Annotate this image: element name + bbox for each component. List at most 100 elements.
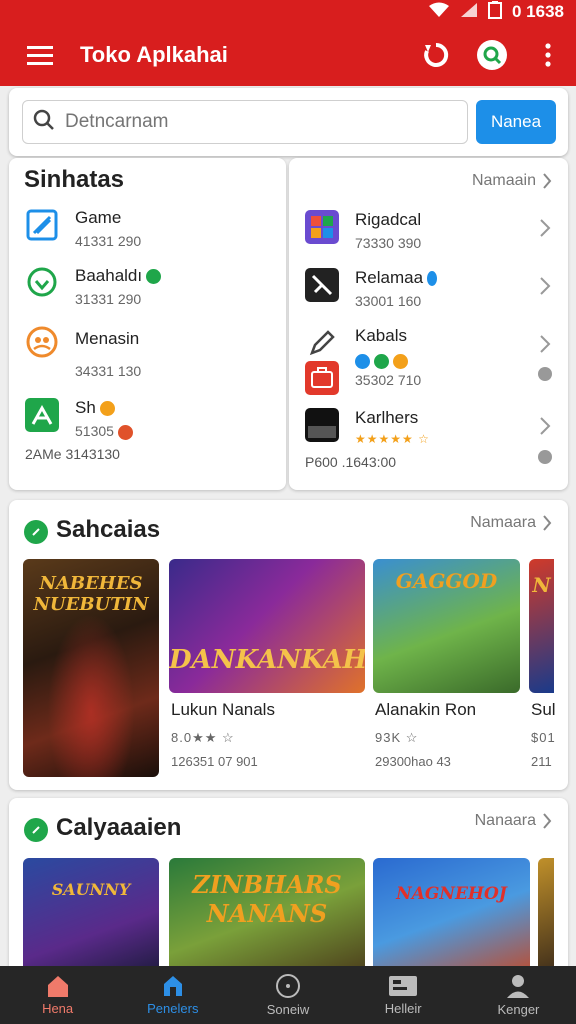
nav-home[interactable]: Hena	[0, 966, 115, 1024]
game-tile[interactable]: GAGGOD	[373, 559, 520, 693]
game-tile[interactable]: NABEHES NUEBUTIN	[23, 559, 159, 777]
refresh-icon[interactable]	[408, 24, 464, 86]
chevron-right-icon	[540, 417, 551, 435]
game-title-art: NAGNEHOJ	[396, 884, 507, 904]
category-name: Kabals	[355, 326, 407, 345]
briefcase-icon	[305, 361, 339, 395]
game-title-art: ZINBHARS NANANS	[192, 870, 342, 928]
game-artwork	[23, 858, 159, 978]
chevron-right-icon	[540, 335, 551, 353]
game-tile[interactable]	[538, 858, 554, 978]
bottom-navigation: Hena Penelers Soneiw Helleir Kenger	[0, 966, 576, 1024]
category-item[interactable]: Kabals 35302 710	[305, 326, 551, 395]
search-input[interactable]	[65, 111, 445, 133]
badge-icon	[117, 424, 133, 440]
menu-icon[interactable]	[0, 24, 80, 86]
game-rating: $01	[531, 730, 556, 745]
compass-icon	[276, 974, 300, 998]
rating-stars	[355, 352, 408, 369]
game-tile[interactable]: NAGNEHOJ	[373, 858, 530, 978]
more-vert-icon[interactable]	[520, 24, 576, 86]
game-downloads: 211	[531, 754, 552, 769]
category-item[interactable]: Game 41331 290	[25, 208, 275, 264]
chevron-right-icon	[540, 277, 551, 295]
store-icon	[163, 976, 182, 996]
status-bar: 0 1638	[0, 0, 576, 24]
nav-account[interactable]: Kenger	[461, 966, 576, 1024]
category-item[interactable]: Rigadcal 73330 390	[305, 210, 551, 266]
game-title-art: SAUNNY	[51, 880, 131, 899]
game-rating: 93K ☆	[375, 730, 419, 745]
search-icon[interactable]	[464, 24, 520, 86]
categories-card-right: Namaain Rigadcal 73330 390 Relamaa 33001…	[289, 158, 568, 490]
nav-games[interactable]: Penelers	[115, 966, 230, 1024]
game-downloads: 126351 07 901	[171, 754, 258, 769]
pencil-icon	[305, 326, 339, 360]
category-count: 35302 710	[355, 372, 422, 388]
chevron-right-icon	[543, 515, 552, 531]
nav-explore[interactable]: Soneiw	[230, 966, 345, 1024]
see-all-link[interactable]: Namaain	[472, 172, 552, 190]
game-artwork	[538, 858, 554, 978]
game-title-art: NABEHES NUEBUTIN	[33, 573, 149, 615]
category-name: Baahaldı	[75, 266, 162, 286]
see-all-link[interactable]: Nanaara	[475, 812, 552, 830]
game-name: Lukun Nanals	[171, 700, 275, 719]
category-name: Karlhers	[355, 408, 419, 427]
search-button[interactable]: Nanea	[476, 100, 556, 144]
category-count: 51305	[75, 423, 133, 440]
category-name: Rigadcal	[355, 210, 422, 229]
battery-icon	[487, 0, 502, 24]
signal-icon	[460, 2, 478, 23]
app-title: Toko Aplkahai	[80, 42, 228, 67]
category-item[interactable]: Menasin 34331 130	[25, 325, 275, 381]
shelf-title: Sahcaias	[56, 516, 161, 543]
category-count: 31331 290	[75, 291, 142, 307]
category-count: 41331 290	[75, 233, 142, 249]
rating-stars: ★★★★★ ☆	[355, 432, 430, 446]
game-tile[interactable]: ZINBHARS NANANS	[169, 858, 365, 978]
category-count: 73330 390	[355, 235, 422, 251]
game-title-art: DANKANKAH	[169, 645, 365, 675]
category-count: 34331 130	[75, 363, 142, 379]
tools-icon	[305, 268, 339, 302]
chevron-right-icon	[543, 813, 552, 829]
game-tile[interactable]: DANKANKAH	[169, 559, 365, 693]
game-icon	[25, 208, 59, 242]
game-title-art: N	[532, 573, 551, 597]
game-tile[interactable]: SAUNNY	[23, 858, 159, 978]
game-title-art: GAGGOD	[395, 569, 498, 593]
chevron-right-icon	[543, 173, 552, 189]
play-icon	[24, 520, 48, 544]
nav-library[interactable]: Helleir	[346, 966, 461, 1024]
people-icon	[25, 325, 59, 359]
categories-card-left: Sinhatas Game 41331 290 Baahaldı 31331 2…	[9, 158, 286, 490]
game-artwork	[373, 858, 530, 978]
magnifier-icon	[33, 109, 55, 136]
dark-app-icon	[305, 408, 339, 442]
category-name: Sh	[75, 398, 115, 418]
leaf-icon	[25, 398, 59, 432]
chat-icon	[25, 266, 59, 300]
category-count: 33001 160	[355, 293, 422, 309]
game-name: Alanakin Ron	[375, 700, 477, 719]
app-bar: Toko Aplkahai	[0, 24, 576, 86]
game-app-icon	[305, 210, 339, 244]
shelf-title: Calyaaaien	[56, 814, 182, 841]
play-icon	[24, 818, 48, 842]
featured-shelf: Sahcaias Namaara NABEHES NUEBUTIN DANKAN…	[9, 500, 568, 790]
category-item[interactable]: Baahaldı 31331 290	[25, 266, 275, 322]
indicator-dot	[538, 450, 552, 464]
info-icon	[427, 271, 438, 287]
category-item[interactable]: Relamaa 33001 160	[305, 268, 551, 324]
game-tile[interactable]: N	[529, 559, 554, 693]
search-box[interactable]	[22, 100, 468, 144]
see-all-link[interactable]: Namaara	[470, 514, 552, 532]
categories-title: Sinhatas	[24, 166, 125, 193]
verified-icon	[146, 269, 162, 285]
home-icon	[47, 976, 68, 997]
search-card: Nanea	[9, 88, 568, 156]
chevron-right-icon	[540, 219, 551, 237]
category-name: Game	[75, 208, 122, 227]
library-icon	[389, 976, 418, 996]
